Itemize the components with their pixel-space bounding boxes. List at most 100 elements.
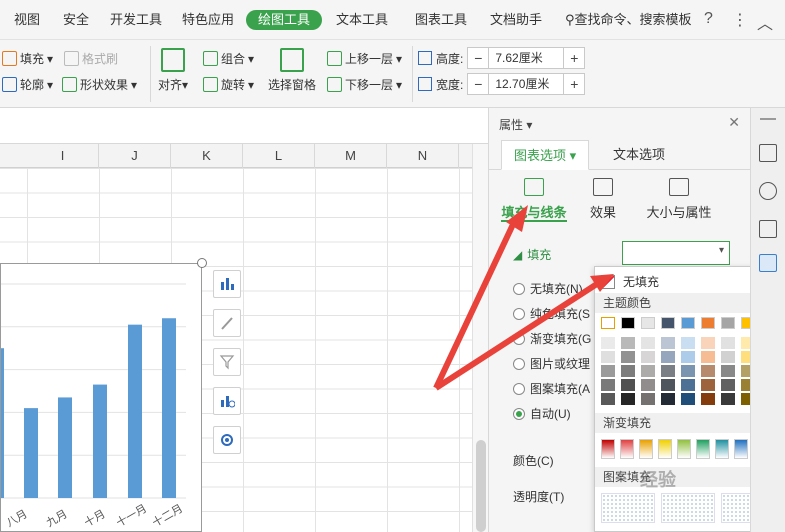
tab-chart-tools[interactable]: 图表工具	[415, 10, 467, 30]
tab-security[interactable]: 安全	[63, 10, 89, 30]
gradient-swatch[interactable]	[639, 439, 653, 459]
color-swatch[interactable]	[601, 393, 615, 405]
gradient-swatch[interactable]	[677, 439, 691, 459]
radio[interactable]	[513, 407, 525, 420]
pattern-swatch[interactable]	[661, 493, 715, 523]
color-swatch[interactable]	[701, 365, 715, 377]
height-increase-button[interactable]: +	[564, 48, 584, 68]
tab-developer[interactable]: 开发工具	[110, 10, 162, 30]
radio[interactable]	[513, 282, 525, 295]
column-n[interactable]: N	[387, 144, 459, 168]
fill-section-header[interactable]: ◢ 填充	[513, 246, 551, 263]
color-swatch[interactable]	[661, 365, 675, 377]
tab-doc-assistant[interactable]: 文档助手	[490, 10, 542, 30]
radio[interactable]	[513, 332, 525, 345]
option-gradient-fill[interactable]: 渐变填充(G	[513, 330, 591, 347]
radio[interactable]	[513, 307, 525, 320]
color-swatch[interactable]	[621, 365, 635, 377]
column-j[interactable]: J	[99, 144, 171, 168]
pointer-icon[interactable]	[759, 144, 777, 162]
option-no-fill[interactable]: 无填充(N)	[513, 280, 583, 297]
color-swatch[interactable]	[721, 337, 735, 349]
help-icon[interactable]: ?	[704, 10, 713, 28]
format-brush-button[interactable]: 格式刷	[64, 50, 118, 67]
color-swatch[interactable]	[661, 379, 675, 391]
color-swatch[interactable]	[601, 379, 615, 391]
width-input[interactable]: 12.70厘米	[488, 74, 565, 94]
color-swatch[interactable]	[641, 365, 655, 377]
tab-view[interactable]: 视图	[14, 10, 40, 30]
radio[interactable]	[513, 357, 525, 370]
rotate-button[interactable]: 旋转 ▾	[203, 76, 254, 93]
gradient-swatch[interactable]	[601, 439, 615, 459]
color-swatch[interactable]	[681, 379, 695, 391]
gradient-swatch[interactable]	[734, 439, 748, 459]
width-decrease-button[interactable]: −	[468, 74, 488, 94]
color-swatch[interactable]	[721, 317, 735, 329]
fill-button[interactable]: 填充 ▾	[2, 50, 53, 67]
column-m[interactable]: M	[315, 144, 387, 168]
chart-style-button[interactable]	[213, 309, 241, 337]
color-swatch[interactable]	[701, 337, 715, 349]
outline-button[interactable]: 轮廓 ▾	[2, 76, 53, 93]
color-swatch[interactable]	[621, 317, 635, 329]
subtab-fill-line[interactable]: 填充与线条	[501, 178, 567, 221]
color-swatch[interactable]	[621, 393, 635, 405]
color-swatch[interactable]	[661, 351, 675, 363]
resize-handle[interactable]	[197, 258, 207, 268]
shape-effect-button[interactable]: 形状效果 ▾	[62, 76, 137, 93]
chart-bar[interactable]	[24, 408, 38, 498]
color-swatch[interactable]	[601, 365, 615, 377]
gradient-swatch[interactable]	[658, 439, 672, 459]
table-icon[interactable]	[759, 220, 777, 238]
chart-bar[interactable]	[162, 318, 176, 498]
color-swatch[interactable]	[721, 365, 735, 377]
color-swatch[interactable]	[601, 351, 615, 363]
color-swatch[interactable]	[681, 317, 695, 329]
color-swatch[interactable]	[721, 379, 735, 391]
color-swatch[interactable]	[641, 379, 655, 391]
panel-title[interactable]: 属性 ▾	[499, 116, 532, 133]
tab-chart-options[interactable]: 图表选项 ▾	[501, 140, 590, 170]
no-fill-option[interactable]: 无填充	[601, 273, 659, 290]
color-swatch[interactable]	[701, 379, 715, 391]
color-swatch[interactable]	[621, 337, 635, 349]
color-swatch[interactable]	[681, 351, 695, 363]
tab-features[interactable]: 特色应用	[182, 10, 234, 30]
tab-text-options[interactable]: 文本选项	[601, 140, 677, 170]
bar-chart[interactable]: 八月 九月 十月 十一月 十二月	[0, 263, 202, 532]
color-swatch[interactable]	[601, 337, 615, 349]
width-increase-button[interactable]: +	[564, 74, 584, 94]
color-swatch[interactable]	[661, 393, 675, 405]
chart-bar[interactable]	[58, 397, 72, 498]
color-swatch[interactable]	[641, 393, 655, 405]
color-swatch[interactable]	[681, 393, 695, 405]
group-button[interactable]: 组合 ▾	[203, 50, 254, 67]
color-swatch[interactable]	[601, 317, 615, 329]
chart-bar[interactable]	[93, 384, 107, 498]
command-search[interactable]: ⚲查找命令、搜索模板	[565, 10, 692, 30]
vertical-scrollbar[interactable]	[472, 144, 488, 532]
subtab-effect[interactable]: 效果	[585, 178, 621, 221]
scrollbar-thumb[interactable]	[476, 440, 486, 532]
chart-bar[interactable]	[1, 348, 4, 498]
height-input[interactable]: 7.62厘米	[488, 48, 565, 68]
chart-filter-button[interactable]	[213, 348, 241, 376]
option-picture-fill[interactable]: 图片或纹理	[513, 355, 590, 372]
column-i[interactable]: I	[27, 144, 99, 168]
height-decrease-button[interactable]: −	[468, 48, 488, 68]
color-swatch[interactable]	[681, 365, 695, 377]
color-swatch[interactable]	[641, 317, 655, 329]
gradient-swatch[interactable]	[715, 439, 729, 459]
color-swatch[interactable]	[641, 337, 655, 349]
align-button[interactable]: 对齐▾	[158, 48, 188, 93]
tab-drawing-tools[interactable]: 绘图工具	[246, 10, 323, 30]
color-swatch[interactable]	[701, 393, 715, 405]
chart-layout-button[interactable]	[213, 387, 241, 415]
option-solid-fill[interactable]: 纯色填充(S	[513, 305, 590, 322]
formula-bar[interactable]	[0, 108, 488, 144]
shapes-icon[interactable]	[759, 182, 777, 200]
color-swatch[interactable]	[721, 351, 735, 363]
color-swatch[interactable]	[621, 351, 635, 363]
properties-icon[interactable]	[759, 254, 777, 272]
